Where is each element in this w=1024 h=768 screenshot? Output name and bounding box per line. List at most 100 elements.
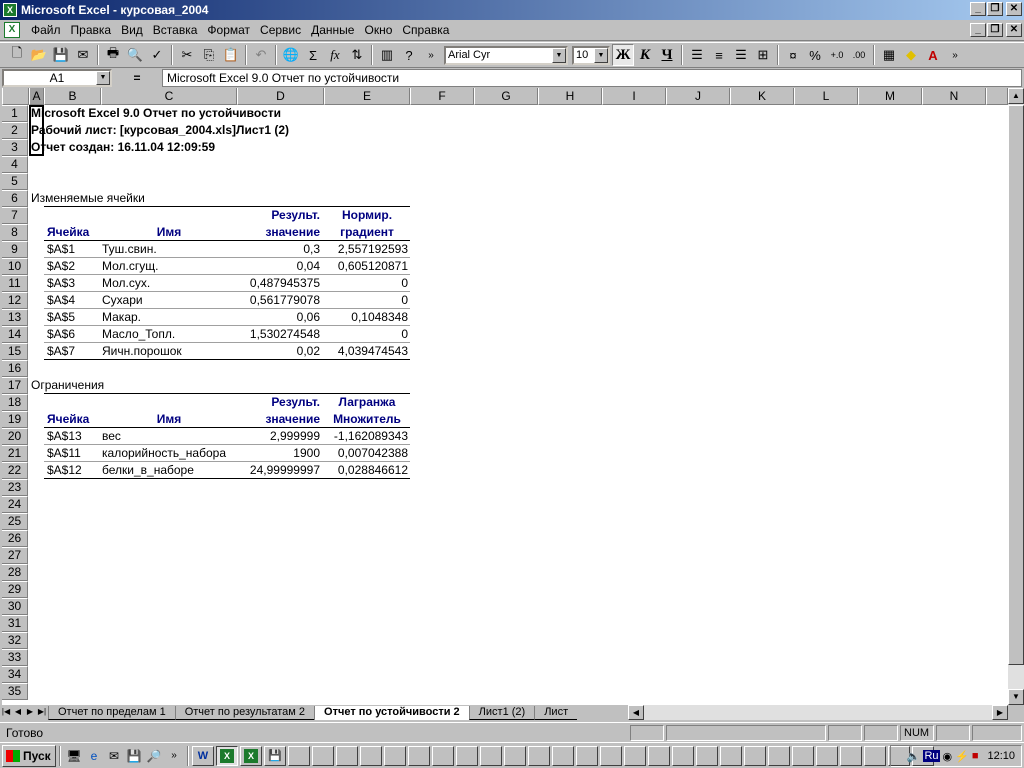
scroll-left-icon[interactable]: ◀ — [628, 705, 644, 720]
cell-lagrange[interactable]: 0,007042388 — [324, 445, 408, 462]
row-header[interactable]: 35 — [2, 683, 28, 700]
column-header-f[interactable]: F — [410, 88, 474, 105]
task-button[interactable] — [360, 745, 382, 766]
cell-gradient[interactable]: 0 — [324, 326, 408, 343]
menu-insert[interactable]: Вставка — [148, 23, 203, 37]
column-header-l[interactable]: L — [794, 88, 858, 105]
menu-window[interactable]: Окно — [359, 23, 397, 37]
task-button[interactable] — [696, 745, 718, 766]
menu-view[interactable]: Вид — [116, 23, 148, 37]
cell-value[interactable]: 24,99999997 — [237, 462, 320, 479]
language-indicator[interactable]: Ru — [923, 750, 940, 762]
column-header-j[interactable]: J — [666, 88, 730, 105]
cell-value[interactable]: 0,04 — [237, 258, 320, 275]
cell-gradient[interactable]: 0 — [324, 292, 408, 309]
help-icon[interactable]: ? — [398, 44, 420, 66]
task-excel-icon[interactable]: X — [216, 745, 238, 766]
row-header[interactable]: 9 — [2, 241, 28, 258]
menu-edit[interactable]: Правка — [66, 23, 117, 37]
tab-sheet1-2[interactable]: Лист1 (2) — [468, 705, 535, 720]
merge-center-icon[interactable]: ⊞ — [752, 44, 774, 66]
volume-icon[interactable]: 🔈 — [907, 750, 921, 763]
internet-explorer-icon[interactable]: e — [85, 747, 103, 765]
first-sheet-icon[interactable]: |◀ — [0, 706, 12, 719]
cell-gradient[interactable]: 4,039474543 — [324, 343, 408, 360]
task-word-icon[interactable]: W — [192, 745, 214, 766]
task-excel-icon[interactable]: X — [240, 745, 262, 766]
cell-value[interactable]: 1900 — [237, 445, 320, 462]
percent-button[interactable]: % — [804, 44, 826, 66]
task-button[interactable] — [480, 745, 502, 766]
align-right-icon[interactable]: ☰ — [730, 44, 752, 66]
column-header-m[interactable]: M — [858, 88, 922, 105]
task-button[interactable] — [768, 745, 790, 766]
cell-value[interactable]: 1,530274548 — [237, 326, 320, 343]
tab-sheet[interactable]: Лист — [534, 705, 578, 720]
undo-icon[interactable]: ↶ — [250, 44, 272, 66]
row-header[interactable]: 2 — [2, 122, 28, 139]
row-header[interactable]: 19 — [2, 411, 28, 428]
task-button[interactable] — [744, 745, 766, 766]
copy-icon[interactable]: ⎘ — [198, 44, 220, 66]
task-button[interactable] — [576, 745, 598, 766]
save-disk-icon[interactable]: 💾 — [125, 747, 143, 765]
cell-address[interactable]: $A$13 — [47, 428, 101, 445]
minimize-button[interactable]: _ — [970, 2, 986, 16]
tab-results-report[interactable]: Отчет по результатам 2 — [174, 705, 315, 720]
cut-icon[interactable]: ✂ — [176, 44, 198, 66]
font-size-select[interactable]: 10 ▼ — [572, 45, 610, 65]
cell-name[interactable]: белки_в_наборе — [102, 462, 237, 479]
next-sheet-icon[interactable]: ▶ — [24, 706, 36, 719]
prev-sheet-icon[interactable]: ◀ — [12, 706, 24, 719]
currency-icon[interactable]: ¤ — [782, 44, 804, 66]
align-center-icon[interactable]: ≡ — [708, 44, 730, 66]
task-button[interactable] — [288, 745, 310, 766]
task-button[interactable] — [672, 745, 694, 766]
vertical-scrollbar[interactable]: ▲ ▼ — [1008, 88, 1024, 705]
row-header[interactable]: 17 — [2, 377, 28, 394]
menu-help[interactable]: Справка — [397, 23, 454, 37]
task-button[interactable] — [816, 745, 838, 766]
new-file-icon[interactable]: 🗋 — [6, 44, 28, 66]
italic-button[interactable]: К — [634, 44, 656, 66]
cell-address[interactable]: $A$12 — [47, 462, 101, 479]
more-buttons-icon[interactable]: » — [420, 44, 442, 66]
row-header[interactable]: 7 — [2, 207, 28, 224]
cell-value[interactable]: 2,999999 — [237, 428, 320, 445]
task-button[interactable] — [720, 745, 742, 766]
show-desktop-icon[interactable]: 🖥 — [65, 747, 83, 765]
column-header-g[interactable]: G — [474, 88, 538, 105]
print-icon[interactable]: 🖶 — [102, 44, 124, 66]
sort-icon[interactable]: ⇅ — [346, 44, 368, 66]
task-button[interactable] — [336, 745, 358, 766]
row-header[interactable]: 1 — [2, 105, 28, 122]
row-header[interactable]: 31 — [2, 615, 28, 632]
hyperlink-icon[interactable]: 🌐 — [280, 44, 302, 66]
cell-name[interactable]: Мол.сух. — [102, 275, 237, 292]
outlook-icon[interactable]: ✉ — [105, 747, 123, 765]
last-sheet-icon[interactable]: ▶| — [36, 706, 48, 719]
cell-name[interactable]: Яичн.порошок — [102, 343, 237, 360]
save-icon[interactable]: 💾 — [50, 44, 72, 66]
tab-limits-report[interactable]: Отчет по пределам 1 — [48, 705, 175, 720]
chevron-down-icon[interactable]: ▼ — [594, 47, 608, 63]
row-header[interactable]: 24 — [2, 496, 28, 513]
row-header[interactable]: 30 — [2, 598, 28, 615]
row-header[interactable]: 13 — [2, 309, 28, 326]
excel-app-icon[interactable]: X — [3, 3, 17, 17]
close-button[interactable]: ✕ — [1006, 2, 1022, 16]
row-header[interactable]: 12 — [2, 292, 28, 309]
row-header[interactable]: 26 — [2, 530, 28, 547]
row-header[interactable]: 6 — [2, 190, 28, 207]
restore-button[interactable]: ❐ — [987, 2, 1003, 16]
name-box[interactable]: A1 ▼ — [2, 69, 112, 87]
cell-name[interactable]: Макар. — [102, 309, 237, 326]
row-header[interactable]: 25 — [2, 513, 28, 530]
scroll-up-icon[interactable]: ▲ — [1008, 88, 1024, 104]
task-button[interactable] — [840, 745, 862, 766]
align-left-icon[interactable]: ☰ — [686, 44, 708, 66]
row-header[interactable]: 4 — [2, 156, 28, 173]
task-button[interactable] — [552, 745, 574, 766]
task-button[interactable] — [528, 745, 550, 766]
cell-address[interactable]: $A$7 — [47, 343, 101, 360]
